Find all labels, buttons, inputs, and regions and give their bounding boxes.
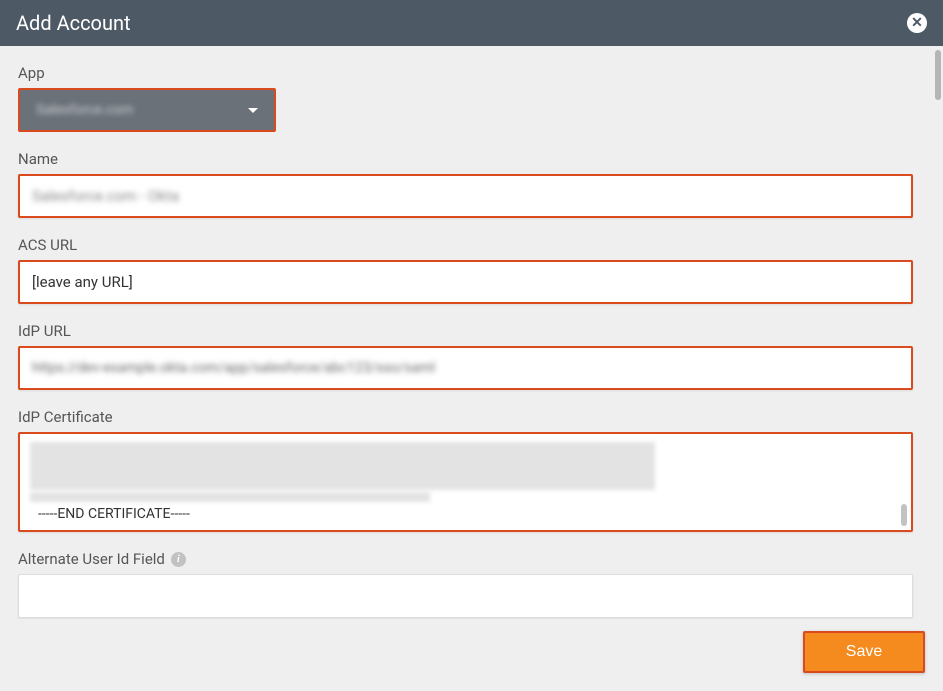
idp-url-label: IdP URL [18,322,925,340]
scrollbar[interactable] [935,50,941,100]
idp-url-value: https://dev-example.okta.com/app/salesfo… [32,360,435,376]
name-value: Salesforce.com - Okta [32,187,179,205]
idp-cert-label: IdP Certificate [18,408,925,426]
chevron-down-icon [248,108,258,113]
save-button[interactable]: Save [803,631,925,673]
field-acs-url: ACS URL [leave any URL] [18,236,925,304]
cert-redacted-block [30,442,655,490]
acs-url-input[interactable]: [leave any URL] [18,260,913,304]
modal-header: Add Account ✕ [0,0,943,46]
modal-content: App Salesforce.com Name Salesforce.com -… [0,46,943,619]
modal-title: Add Account [16,11,131,35]
name-label: Name [18,150,925,168]
name-input[interactable]: Salesforce.com - Okta [18,174,913,218]
close-icon: ✕ [911,15,923,31]
add-account-modal: Add Account ✕ App Salesforce.com Name Sa… [0,0,943,691]
field-idp-cert: IdP Certificate -----END CERTIFICATE----… [18,408,925,532]
app-label: App [18,64,925,82]
textarea-scrollbar[interactable] [901,504,907,526]
acs-url-label: ACS URL [18,236,925,254]
close-button[interactable]: ✕ [907,13,927,33]
app-select[interactable]: Salesforce.com [18,88,276,132]
cert-redacted-line [30,492,430,502]
alt-user-id-label-text: Alternate User Id Field [18,550,165,568]
modal-footer: Save [0,619,943,691]
info-icon[interactable]: i [171,552,186,567]
field-idp-url: IdP URL https://dev-example.okta.com/app… [18,322,925,390]
idp-cert-textarea[interactable]: -----END CERTIFICATE----- [18,432,913,532]
acs-url-value: [leave any URL] [32,273,133,291]
field-app: App Salesforce.com [18,64,925,132]
app-selected-value: Salesforce.com [36,102,133,118]
alt-user-id-input[interactable] [18,574,913,618]
field-name: Name Salesforce.com - Okta [18,150,925,218]
alt-user-id-label: Alternate User Id Field i [18,550,925,568]
field-alt-user-id: Alternate User Id Field i [18,550,925,618]
cert-end-marker: -----END CERTIFICATE----- [30,506,901,522]
idp-url-input[interactable]: https://dev-example.okta.com/app/salesfo… [18,346,913,390]
